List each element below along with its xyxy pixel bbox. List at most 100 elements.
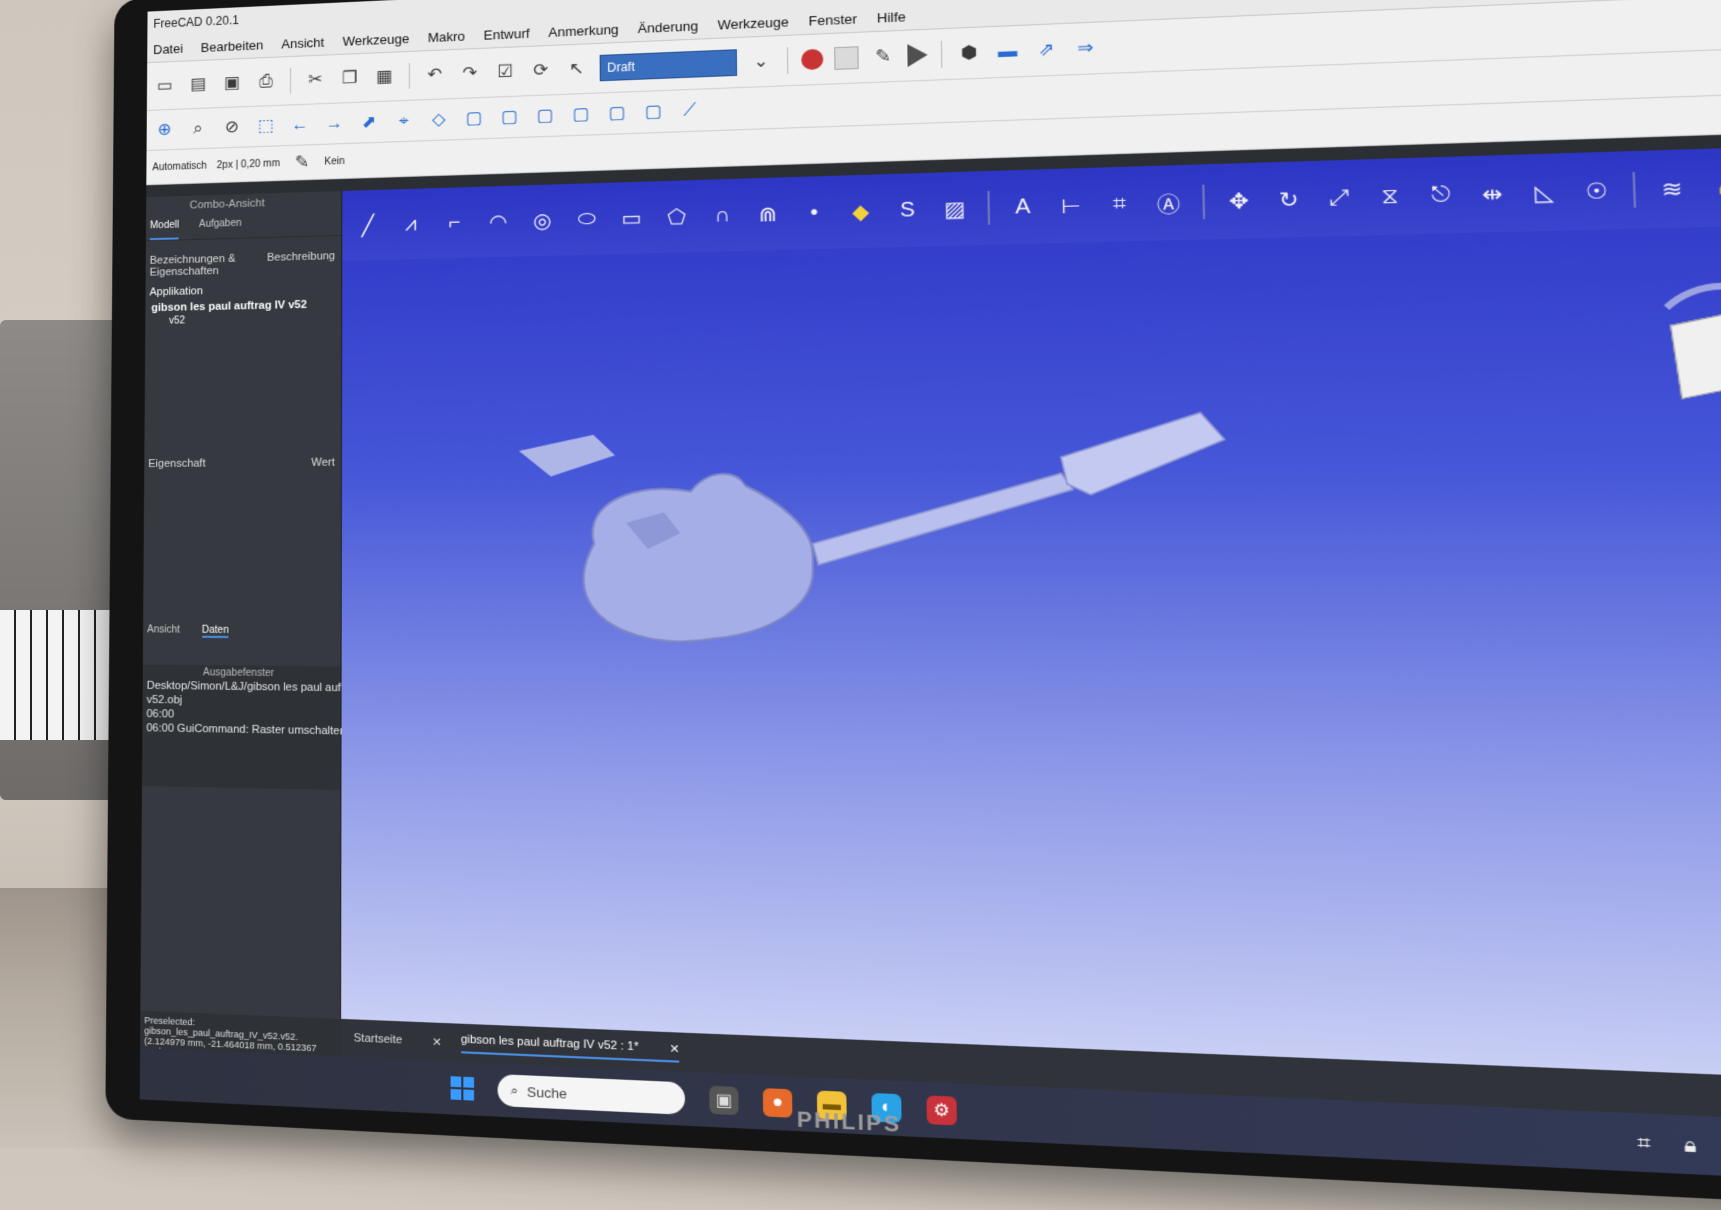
chevron-down-icon[interactable]: ⌄ [748,49,774,75]
arc-icon[interactable]: ◠ [485,209,512,235]
column-property[interactable]: Eigenschaft [148,458,205,470]
zoom-icon[interactable]: ⌕ [186,116,210,140]
mirror-icon[interactable]: ⧖ [1374,184,1406,210]
tab-ansicht[interactable]: Ansicht [147,624,180,637]
line-icon[interactable]: ╱ [355,212,382,238]
draft-mode[interactable]: Automatisch [152,160,206,173]
save-icon[interactable]: ▣ [220,71,244,96]
menu-hilfe[interactable]: Hilfe [877,8,906,25]
facebinder-icon[interactable]: ◆ [846,198,875,225]
view-front-icon[interactable]: ▢ [461,106,486,131]
recompute-icon[interactable]: ⟳ [528,58,553,83]
tab-aufgaben[interactable]: Aufgaben [199,218,242,239]
bspline-icon[interactable]: ∩ [708,203,736,228]
cut-icon[interactable]: ✂ [303,67,327,92]
fillet-icon[interactable]: ⌐ [441,211,468,235]
tab-startseite[interactable]: Startseite ✕ [354,1031,442,1049]
selection-view-icon[interactable]: ⬚ [254,114,278,139]
taskbar-search[interactable]: ⌕ Suche [497,1074,686,1115]
layers-icon[interactable]: ≋ [1655,174,1689,203]
menu-fenster[interactable]: Fenster [808,11,857,29]
guitar-headstock[interactable] [1060,412,1226,495]
polygon-icon[interactable]: ⬠ [663,203,691,229]
part-icon[interactable]: ⬢ [955,40,982,66]
firefox-icon[interactable]: ● [762,1088,793,1118]
print-icon[interactable]: ⎙ [254,69,278,94]
measure-icon[interactable]: ⟋ [677,98,703,124]
menu-makro[interactable]: Makro [428,28,465,45]
windows-start-icon[interactable] [450,1076,475,1101]
text-icon[interactable]: A [1008,194,1038,219]
close-icon[interactable]: ✕ [432,1035,442,1049]
guitar-body[interactable] [583,473,814,642]
column-labels[interactable]: Bezeichnungen & Eigenschaften [150,252,267,279]
whats-this-icon[interactable]: ↖ [564,56,589,81]
macro-stop-icon[interactable] [834,46,859,70]
view-bottom-icon[interactable]: ▢ [604,100,630,125]
circle-icon[interactable]: ◎ [529,207,557,233]
tab-modell[interactable]: Modell [149,219,180,241]
tab-guitar-document[interactable]: gibson les paul auftrag IV v52 : 1* ✕ [460,1032,680,1063]
pickguard-piece[interactable] [518,434,616,477]
link-action-icon[interactable]: ⇒ [1071,35,1099,61]
view-top-icon[interactable]: ▢ [497,105,522,130]
close-icon[interactable]: ✕ [669,1041,679,1055]
view-iso-icon[interactable]: ◇ [426,107,451,132]
working-plane-icon[interactable]: ☉ [1580,177,1613,206]
zoom-box-icon[interactable]: ⌖ [391,109,416,134]
column-value[interactable]: Wert [311,457,335,469]
dimension-icon[interactable]: ⊢ [1056,192,1086,219]
lock-icon[interactable]: 🔒︎ [1709,174,1721,201]
offset-icon[interactable]: ⎋ [1425,182,1458,208]
open-file-icon[interactable]: ▤ [186,72,210,96]
menu-werkzeuge[interactable]: Werkzeuge [342,31,409,49]
draft-to-sketch-icon[interactable]: ◺ [1528,178,1561,206]
move-icon[interactable]: ✥ [1223,187,1254,215]
hatch-icon[interactable]: ▨ [940,195,970,222]
column-description[interactable]: Beschreibung [267,250,335,276]
undo-icon[interactable]: ↶ [422,62,447,87]
fit-all-icon[interactable]: ⊕ [153,118,177,142]
polyline-icon[interactable]: ⩘ [398,212,425,236]
std-view-icon[interactable]: ⬈ [357,110,382,135]
bezier-icon[interactable]: ⋒ [754,201,783,228]
point-icon[interactable]: • [800,200,829,225]
view-left-icon[interactable]: ▢ [640,99,666,124]
rectangle-icon[interactable]: ▭ [618,205,646,231]
tab-daten[interactable]: Daten [201,624,229,639]
copy-icon[interactable]: ❐ [337,66,361,91]
draft-snap[interactable]: Kein [324,156,344,168]
menu-ansicht[interactable]: Ansicht [281,34,324,51]
tray-lock-icon[interactable]: 🔒︎ [1684,1132,1697,1157]
snap-icon[interactable]: ✎ [290,150,314,175]
group-icon[interactable]: ▬ [994,38,1022,64]
scale-icon[interactable]: ⤢ [1323,185,1355,211]
menu-datei[interactable]: Datei [153,41,183,57]
ellipse-icon[interactable]: ⬭ [573,207,601,231]
paste-icon[interactable]: ▦ [372,64,397,89]
task-view-icon[interactable]: ▣ [709,1085,739,1116]
rotate-icon[interactable]: ↻ [1273,186,1305,214]
link-icon[interactable]: ⇗ [1032,37,1060,63]
macro-edit-icon[interactable]: ✎ [869,44,896,70]
draft-line-width[interactable]: 2px | 0,20 mm [217,158,280,171]
stretch-icon[interactable]: ⇹ [1476,180,1509,208]
navigation-cube[interactable] [1626,270,1721,431]
back-icon[interactable]: ← [288,112,312,137]
new-file-icon[interactable]: ▭ [153,74,177,98]
view-right-icon[interactable]: ▢ [532,103,557,128]
draw-style-icon[interactable]: ⊘ [220,115,244,140]
guitar-neck[interactable] [812,473,1075,565]
macro-record-icon[interactable] [801,48,824,71]
macro-run-icon[interactable] [907,43,928,68]
menu-werkzeuge-2[interactable]: Werkzeuge [718,14,789,32]
guitar-model[interactable] [487,378,1352,732]
refresh-check-icon[interactable]: ☑ [493,59,518,84]
menu-entwurf[interactable]: Entwurf [484,25,530,42]
menu-aenderung[interactable]: Änderung [638,18,699,36]
redo-icon[interactable]: ↷ [457,61,482,86]
workbench-selector[interactable]: Draft [599,49,738,82]
freecad-icon[interactable]: ⚙ [926,1095,957,1126]
forward-icon[interactable]: → [322,111,346,136]
shapestring-icon[interactable]: S [893,198,922,223]
